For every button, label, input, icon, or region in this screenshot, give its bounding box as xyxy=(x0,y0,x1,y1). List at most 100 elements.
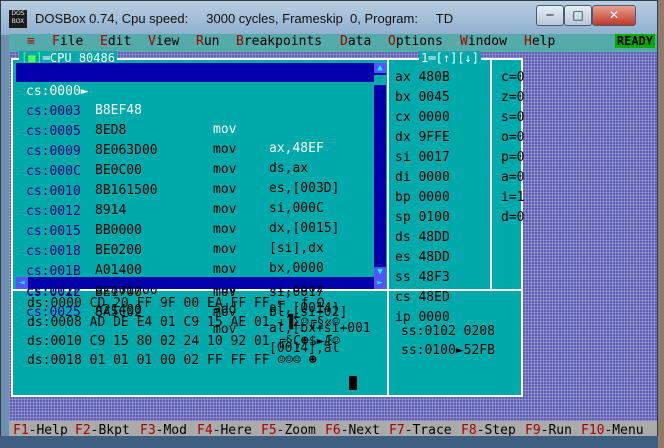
register-row-ds[interactable]: ds 48DD xyxy=(395,228,450,248)
cpu-window-number: 1═[↑][↓] xyxy=(419,51,481,65)
register-name: cs xyxy=(395,290,411,305)
menu-data-hotkey: D xyxy=(340,34,348,49)
cpu-zoom-buttons[interactable]: [↑][↓] xyxy=(436,51,479,65)
register-value: 48ED xyxy=(418,290,450,305)
menu-view[interactable]: View xyxy=(148,34,179,50)
mouse-cursor-block xyxy=(349,376,357,390)
disasm-row[interactable]: cs:001B 02801700 add al,[bx+si+001 xyxy=(16,243,374,336)
disasm-operands: si,0017 xyxy=(269,285,324,300)
stack-row-current[interactable]: ss:0100►52FB xyxy=(401,341,495,360)
register-value: 48F3 xyxy=(418,270,450,285)
register-value: 0000 xyxy=(418,170,450,185)
scroll-down-arrow-icon[interactable]: ▼ xyxy=(374,267,386,277)
flag-interrupt[interactable]: i=1 xyxy=(501,188,524,208)
disasm-row[interactable]: cs:0009 BE0C00 mov si,000C xyxy=(16,123,374,216)
disasm-row[interactable]: cs:0003 8ED8 mov ds,ax xyxy=(16,83,374,176)
register-row-si[interactable]: si 0017 xyxy=(395,148,450,168)
menu-file[interactable]: File xyxy=(52,34,83,50)
menu-window[interactable]: Window xyxy=(460,34,507,50)
menu-breakpoints-label: reakpoints xyxy=(243,34,323,49)
memory-dump-row[interactable]: ds:0010 C9 15 80 02 24 10 92 01 ╔§Ç☻$►Æ☺ xyxy=(27,332,340,351)
register-value: 48DD xyxy=(418,230,450,245)
register-value: 0100 xyxy=(418,210,450,225)
register-row-di[interactable]: di 0000 xyxy=(395,168,450,188)
menu-edit-hotkey: E xyxy=(100,34,108,49)
scroll-thumb[interactable] xyxy=(374,75,386,85)
register-name: dx xyxy=(395,130,411,145)
register-name: si xyxy=(395,150,411,165)
disasm-row[interactable]: cs:0015 BE0200 mov si,0002 xyxy=(16,203,374,296)
flag-carry[interactable]: c=0 xyxy=(501,68,524,88)
disasm-vertical-scrollbar[interactable]: ▲ ▼ xyxy=(374,63,386,277)
menu-run-hotkey: R xyxy=(196,34,204,49)
memory-dump-row[interactable]: ds:0018 01 01 01 00 02 FF FF FF ☺☺☺ ☻ xyxy=(27,351,317,370)
menu-run[interactable]: Run xyxy=(196,34,219,50)
window-title: DOSBox 0.74, Cpu speed: 3000 cycles, Fra… xyxy=(35,11,454,26)
disasm-operands: bl,[si+02] xyxy=(269,305,348,320)
register-name: ds xyxy=(395,230,411,245)
register-name: bx xyxy=(395,90,411,105)
menu-options-label: ptions xyxy=(395,34,443,49)
menu-window-hotkey: W xyxy=(460,34,468,49)
disasm-register-divider xyxy=(387,60,389,395)
disasm-row[interactable]: cs:0025 8A5C02 mov bl,[si+02] xyxy=(16,303,374,322)
register-value: 0017 xyxy=(418,150,450,165)
scroll-right-arrow-icon[interactable]: ► xyxy=(374,277,386,289)
maximize-button[interactable]: □ xyxy=(564,5,592,26)
flag-direction[interactable]: d=0 xyxy=(501,208,524,228)
flag-sign[interactable]: s=0 xyxy=(501,108,524,128)
register-row-dx[interactable]: dx 9FFE xyxy=(395,128,450,148)
register-name: ip xyxy=(395,310,411,325)
menu-options[interactable]: Options xyxy=(388,34,443,50)
register-name: ax xyxy=(395,70,411,85)
register-row-bp[interactable]: bp 0000 xyxy=(395,188,450,208)
minimize-button[interactable]: ─ xyxy=(536,5,564,26)
menu-edit[interactable]: Edit xyxy=(100,34,131,50)
flag-aux[interactable]: a=0 xyxy=(501,168,524,188)
disasm-opcode: mov xyxy=(213,285,237,300)
register-name: sp xyxy=(395,210,411,225)
flag-zero[interactable]: z=0 xyxy=(501,88,524,108)
register-row-bx[interactable]: bx 0045 xyxy=(395,88,450,108)
disasm-row[interactable]: cs:0012 BB0000 mov bx,0000 xyxy=(16,183,374,276)
title-bar[interactable]: DOS BOX DOSBox 0.74, Cpu speed: 3000 cyc… xyxy=(1,1,657,35)
menu-data-label: ata xyxy=(347,34,372,49)
menu-help-label: elp xyxy=(531,34,556,49)
disasm-row[interactable]: cs:0018 A01400 mov al,[0014] xyxy=(16,223,374,316)
menu-breakpoints[interactable]: Breakpoints xyxy=(236,34,322,50)
close-button[interactable]: ✕ xyxy=(592,5,636,26)
dos-screen: ≡ File Edit View Run Breakpoints Data Op… xyxy=(9,34,657,441)
menu-breakpoints-hotkey: B xyxy=(236,34,244,49)
system-menu-icon[interactable]: ≡ xyxy=(27,34,35,50)
register-row-es[interactable]: es 48DD xyxy=(395,248,450,268)
disasm-row[interactable]: cs:0010 8914 mov [si],dx xyxy=(16,163,374,256)
register-row-cs[interactable]: cs 48ED xyxy=(395,288,450,308)
disasm-row[interactable]: cs:000C 8B161500 mov dx,[0015] xyxy=(16,143,374,236)
menu-window-label: indow xyxy=(467,34,507,49)
flag-overflow[interactable]: o=0 xyxy=(501,128,524,148)
status-ready-badge: READY xyxy=(614,34,655,48)
register-row-ss[interactable]: ss 48F3 xyxy=(395,268,450,288)
menu-help-hotkey: H xyxy=(524,34,532,49)
disasm-row[interactable]: cs:0005 8E063D00 mov es,[003D] xyxy=(16,103,374,196)
register-value: 0000 xyxy=(418,110,450,125)
scroll-up-arrow-icon[interactable]: ▲ xyxy=(374,63,386,73)
disasm-bytes: BE1700 xyxy=(95,285,142,300)
disasm-row-current[interactable]: cs:0000► B8EF48 mov ax,48EF xyxy=(16,63,374,156)
cpu-window[interactable]: [■]═CPU 80486 1═[↑][↓] cs:0000► B8EF48 m… xyxy=(11,51,524,397)
dosbox-window: DOS BOX DOSBox 0.74, Cpu speed: 3000 cyc… xyxy=(0,0,658,446)
menu-help[interactable]: Help xyxy=(524,34,555,50)
flag-parity[interactable]: p=0 xyxy=(501,148,524,168)
menu-data[interactable]: Data xyxy=(340,34,371,50)
dosbox-app-icon[interactable]: DOS BOX xyxy=(9,10,27,28)
disasm-row[interactable]: cs:0022 BE1700 mov si,0017 xyxy=(16,283,374,302)
disasm-bytes: 8A5C02 xyxy=(95,305,142,320)
register-row-sp[interactable]: sp 0100 xyxy=(395,208,450,228)
register-flag-divider xyxy=(490,60,492,290)
register-row-ip[interactable]: ip 0000 xyxy=(395,308,450,328)
register-name: di xyxy=(395,170,411,185)
menu-view-label: iew xyxy=(155,34,180,49)
register-row-ax[interactable]: ax 480B xyxy=(395,68,450,88)
register-row-cx[interactable]: cx 0000 xyxy=(395,108,450,128)
taskbar-strip xyxy=(0,436,658,448)
